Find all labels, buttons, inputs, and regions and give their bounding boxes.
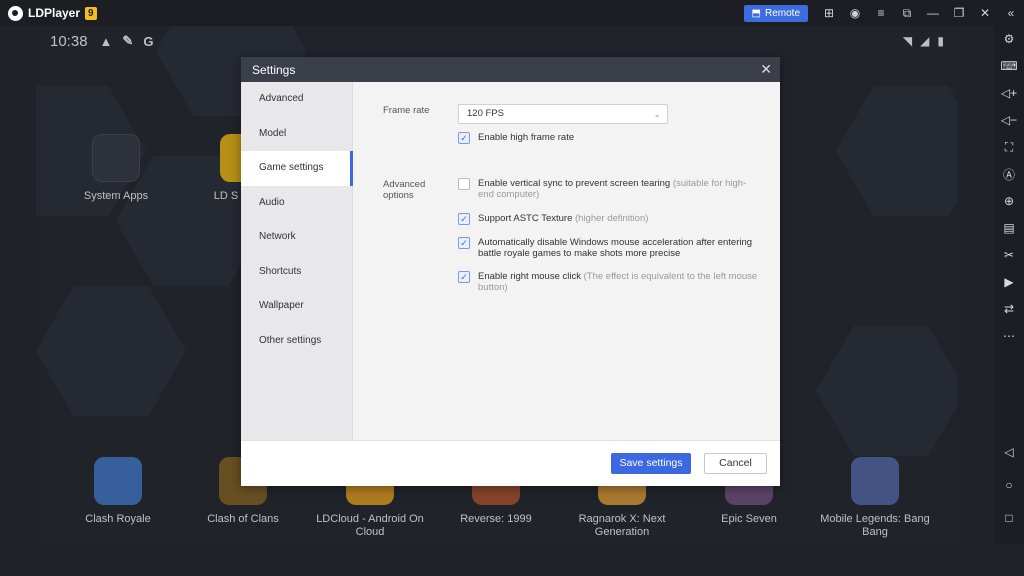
apk-install-icon[interactable]: ⊕	[1001, 193, 1017, 209]
back-icon[interactable]: ◁	[1001, 444, 1017, 460]
volume-down-icon[interactable]: ◁−	[1001, 112, 1017, 128]
recents-icon[interactable]: □	[1001, 510, 1017, 526]
right-toolbar: ⚙ ⌨ ◁+ ◁− ⛶ Ⓐ ⊕ ▤ ✂ ▶ ⇄ ⋯ ◁ ○ □	[994, 26, 1024, 544]
frame-rate-select[interactable]: 120 FPS ⌄	[458, 104, 668, 124]
nav-item-model[interactable]: Model	[241, 117, 352, 152]
vsync-label: Enable vertical sync to prevent screen t…	[478, 178, 671, 189]
remote-button[interactable]: ⬒ Remote	[743, 4, 808, 22]
option-right-click-row[interactable]: ✓ Enable right mouse click (The effect i…	[458, 271, 758, 293]
dialog-title: Settings	[252, 62, 296, 77]
astc-label: Support ASTC Texture	[478, 213, 573, 224]
window-mode-icon[interactable]: ⧉	[894, 0, 920, 26]
record-icon[interactable]: ▶	[1001, 274, 1017, 290]
right-click-checkbox[interactable]: ✓	[458, 271, 470, 283]
nav-item-shortcuts[interactable]: Shortcuts	[241, 255, 352, 290]
nav-item-advanced[interactable]: Advanced	[241, 82, 352, 117]
mouse-accel-checkbox[interactable]: ✓	[458, 237, 470, 249]
nav-item-network[interactable]: Network	[241, 220, 352, 255]
nav-item-other-settings[interactable]: Other settings	[241, 324, 352, 359]
menu-icon[interactable]: ≡	[868, 0, 894, 26]
save-settings-button[interactable]: Save settings	[611, 453, 691, 474]
right-click-label: Enable right mouse click	[478, 271, 581, 282]
chevron-down-icon: ⌄	[653, 109, 661, 119]
sync-icon[interactable]: ⇄	[1001, 301, 1017, 317]
scissors-icon[interactable]: ✂	[1001, 247, 1017, 263]
high-frame-rate-row[interactable]: ✓ Enable high frame rate	[458, 132, 758, 144]
high-frame-rate-label: Enable high frame rate	[478, 132, 575, 143]
high-frame-rate-checkbox[interactable]: ✓	[458, 132, 470, 144]
settings-content: Frame rate 120 FPS ⌄ ✓ Enable high frame…	[354, 82, 780, 440]
fullscreen-icon[interactable]: ⛶	[1001, 139, 1017, 155]
astc-checkbox[interactable]: ✓	[458, 213, 470, 225]
keyboard-icon[interactable]: ⌨	[1000, 58, 1017, 74]
settings-nav: Advanced Model Game settings Audio Netwo…	[241, 82, 353, 440]
remote-label: Remote	[764, 7, 800, 19]
remote-icon: ⬒	[751, 7, 761, 19]
nav-item-audio[interactable]: Audio	[241, 186, 352, 221]
astc-note: (higher definition)	[575, 213, 649, 224]
dialog-close-icon[interactable]: ✕	[760, 61, 772, 78]
dialog-footer: Save settings Cancel	[241, 440, 780, 486]
version-badge: 9	[85, 6, 97, 20]
title-bar: LDPlayer 9 ⬒ Remote ⊞ ◉ ≡ ⧉ — ❐ ✕ «	[0, 0, 1024, 26]
settings-gear-icon[interactable]: ⚙	[1001, 31, 1017, 47]
nav-item-wallpaper[interactable]: Wallpaper	[241, 289, 352, 324]
cancel-button[interactable]: Cancel	[704, 453, 767, 474]
option-mouse-accel-row[interactable]: ✓ Automatically disable Windows mouse ac…	[458, 237, 758, 259]
nav-item-game-settings[interactable]: Game settings	[241, 151, 353, 186]
app-logo: LDPlayer 9	[8, 5, 97, 21]
close-icon[interactable]: ✕	[972, 0, 998, 26]
option-vsync-row[interactable]: Enable vertical sync to prevent screen t…	[458, 178, 758, 200]
restore-icon[interactable]: ❐	[946, 0, 972, 26]
ldplayer-window: LDPlayer 9 ⬒ Remote ⊞ ◉ ≡ ⧉ — ❐ ✕ « 10:3…	[0, 0, 1024, 576]
frame-rate-label: Frame rate	[383, 105, 430, 116]
gamepad-icon[interactable]: ⊞	[816, 0, 842, 26]
minimize-icon[interactable]: —	[920, 0, 946, 26]
advanced-options-label: Advanced options	[383, 179, 426, 201]
app-name: LDPlayer	[28, 6, 81, 20]
volume-up-icon[interactable]: ◁+	[1001, 85, 1017, 101]
auto-click-icon[interactable]: Ⓐ	[1001, 166, 1017, 182]
fps-icon[interactable]: ▤	[1001, 220, 1017, 236]
collapse-sidebar-icon[interactable]: «	[998, 0, 1024, 26]
more-icon[interactable]: ⋯	[1001, 328, 1017, 344]
home-icon[interactable]: ○	[1001, 477, 1017, 493]
mouse-accel-label: Automatically disable Windows mouse acce…	[478, 237, 753, 259]
frame-rate-value: 120 FPS	[467, 108, 504, 119]
option-astc-row[interactable]: ✓ Support ASTC Texture (higher definitio…	[458, 213, 758, 225]
vsync-checkbox[interactable]	[458, 178, 470, 190]
account-icon[interactable]: ◉	[842, 0, 868, 26]
settings-dialog: Settings ✕ Advanced Model Game settings …	[241, 57, 780, 486]
ldplayer-logo-icon	[8, 5, 23, 21]
dialog-header: Settings ✕	[241, 57, 780, 82]
